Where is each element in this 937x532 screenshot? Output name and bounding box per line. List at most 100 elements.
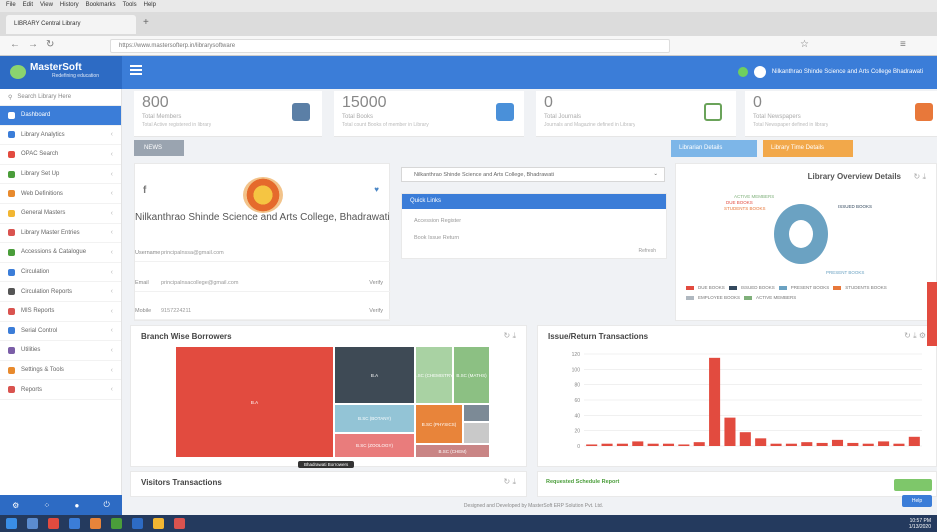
power-icon[interactable]: ⏻ <box>104 500 110 510</box>
url-field[interactable]: https://www.mastersofterp.in/librarysoft… <box>110 39 670 53</box>
treemap-tile[interactable] <box>463 422 490 444</box>
sidebar-item[interactable]: Library Set Up ‹ <box>0 165 121 185</box>
treemap-tile[interactable]: B.A <box>175 346 334 458</box>
new-tab-icon[interactable]: + <box>143 17 149 28</box>
notification-icon[interactable] <box>737 67 748 77</box>
brand[interactable]: MasterSoft Redefining education <box>0 56 122 89</box>
search-input[interactable]: Search Library Here <box>17 94 71 100</box>
menu-file[interactable]: File <box>6 2 16 10</box>
back-icon[interactable]: ← <box>10 39 20 50</box>
sidebar-item[interactable]: Accessions & Catalogue ‹ <box>0 243 121 263</box>
taskbar-app-icon[interactable] <box>132 518 143 529</box>
settings-icon[interactable]: ⚙ <box>12 501 19 510</box>
menu-help[interactable]: Help <box>144 2 156 10</box>
facebook-icon[interactable]: f <box>143 185 146 196</box>
sidebar-item[interactable]: Library Master Entries ‹ <box>0 224 121 244</box>
chart-bar[interactable] <box>770 443 782 446</box>
treemap-tile[interactable]: B.SC (CHEMISTRY) <box>415 346 453 404</box>
grid-icon[interactable]: ⁘ <box>44 501 51 510</box>
sidebar-item[interactable]: MIS Reports ‹ <box>0 302 121 322</box>
chart-bar[interactable] <box>586 444 598 446</box>
sidebar-search[interactable]: ⚲ Search Library Here <box>0 89 121 106</box>
chart-bar[interactable] <box>678 444 690 446</box>
college-select[interactable]: Nilkanthrao Shinde Science and Arts Coll… <box>401 167 665 182</box>
chart-bar[interactable] <box>878 441 890 446</box>
chart-bar[interactable] <box>831 439 844 446</box>
taskbar-clock[interactable]: 10:57 PM 1/13/2020 <box>909 518 931 530</box>
menu-toggle-icon[interactable] <box>130 65 142 75</box>
quick-link-issue-return[interactable]: Book Issue Return <box>414 235 459 241</box>
twitter-icon[interactable]: ♥ <box>374 185 379 194</box>
verify-email-link[interactable]: Verify <box>369 280 383 286</box>
menu-view[interactable]: View <box>40 2 53 10</box>
panel-tools-icon[interactable]: ↻ ⤓ <box>504 331 516 341</box>
chart-bar[interactable] <box>724 417 736 446</box>
chart-bar[interactable] <box>616 443 628 446</box>
treemap-tile[interactable]: B.SC (BOTANY) <box>334 404 415 433</box>
sidebar-item[interactable]: General Masters ‹ <box>0 204 121 224</box>
treemap-tile[interactable]: B.SC (MATHS) <box>453 346 490 404</box>
menu-bookmarks[interactable]: Bookmarks <box>86 2 116 10</box>
panel-tools-icon[interactable]: ↻ ⤓ <box>504 477 516 487</box>
librarian-details-button[interactable]: Librarian Details <box>671 140 757 157</box>
chart-bar[interactable] <box>647 443 659 446</box>
treemap-tile[interactable]: B.SC (PHYSICS) <box>415 404 463 444</box>
avatar[interactable] <box>753 66 766 78</box>
chart-bar[interactable] <box>801 442 813 446</box>
chart-bar[interactable] <box>662 443 675 446</box>
browser-menu-icon[interactable]: ≡ <box>900 39 906 50</box>
menu-history[interactable]: History <box>60 2 79 10</box>
chart-bar[interactable] <box>893 443 905 446</box>
library-time-button[interactable]: Library Time Details <box>763 140 853 157</box>
sidebar-item[interactable]: Circulation Reports ‹ <box>0 282 121 302</box>
sidebar-item[interactable]: Library Analytics ‹ <box>0 126 121 146</box>
feedback-tab[interactable] <box>927 282 937 346</box>
start-icon[interactable] <box>6 518 17 529</box>
taskbar-app-icon[interactable] <box>27 518 38 529</box>
sidebar-item[interactable]: Utilities ‹ <box>0 341 121 361</box>
panel-tools-icon[interactable]: ↻ ⤓ ⚙ <box>904 331 926 341</box>
chart-bar[interactable] <box>739 432 751 446</box>
chart-bar[interactable] <box>847 442 859 446</box>
help-button[interactable]: Help <box>902 495 932 507</box>
treemap-tile[interactable]: B.SC (CHEM) <box>415 444 490 458</box>
chat-button[interactable] <box>894 479 932 491</box>
chart-bar[interactable] <box>785 443 797 446</box>
chart-bar[interactable] <box>709 357 721 446</box>
sidebar-item[interactable]: OPAC Search ‹ <box>0 145 121 165</box>
taskbar-app-icon[interactable] <box>69 518 80 529</box>
chart-bar[interactable] <box>601 443 613 446</box>
sidebar-item[interactable]: Reports ‹ <box>0 380 121 400</box>
chart-bar[interactable] <box>632 441 644 446</box>
menu-edit[interactable]: Edit <box>23 2 33 10</box>
verify-mobile-link[interactable]: Verify <box>369 308 383 314</box>
reload-icon[interactable]: ↻ <box>46 39 54 50</box>
sidebar-item[interactable]: Web Definitions ‹ <box>0 184 121 204</box>
chart-bar[interactable] <box>862 443 874 446</box>
quick-link-accession[interactable]: Accession Register <box>414 218 461 224</box>
refresh-button[interactable]: Refresh <box>638 248 656 254</box>
sidebar-item[interactable]: Dashboard <box>0 106 121 126</box>
forward-icon[interactable]: → <box>28 39 38 50</box>
taskbar-app-icon[interactable] <box>174 518 185 529</box>
sidebar-item[interactable]: Circulation ‹ <box>0 263 121 283</box>
chart-bar[interactable] <box>908 436 920 446</box>
browser-tab[interactable]: LIBRARY Central Library <box>6 15 136 34</box>
taskbar-app-icon[interactable] <box>48 518 59 529</box>
treemap-tile[interactable]: B.A <box>334 346 415 404</box>
chart-bar[interactable] <box>816 442 828 446</box>
panel-tools-icon[interactable]: ↻ ⤓ <box>914 172 926 182</box>
sidebar-item[interactable]: Settings & Tools ‹ <box>0 361 121 381</box>
menu-tools[interactable]: Tools <box>123 2 137 10</box>
chart-bar[interactable] <box>693 442 705 446</box>
sidebar-item[interactable]: Serial Control ‹ <box>0 322 121 342</box>
chart-bar[interactable] <box>755 438 767 446</box>
treemap-tile[interactable]: B.SC (ZOOLOGY) <box>334 433 415 458</box>
user-footer-icon[interactable]: ● <box>74 501 79 510</box>
treemap-tile[interactable] <box>463 404 490 422</box>
header-user[interactable]: Nilkanthrao Shinde Science and Arts Coll… <box>737 66 923 78</box>
taskbar-app-icon[interactable] <box>153 518 164 529</box>
taskbar-app-icon[interactable] <box>111 518 122 529</box>
bookmark-icon[interactable]: ☆ <box>800 39 809 50</box>
taskbar-app-icon[interactable] <box>90 518 101 529</box>
